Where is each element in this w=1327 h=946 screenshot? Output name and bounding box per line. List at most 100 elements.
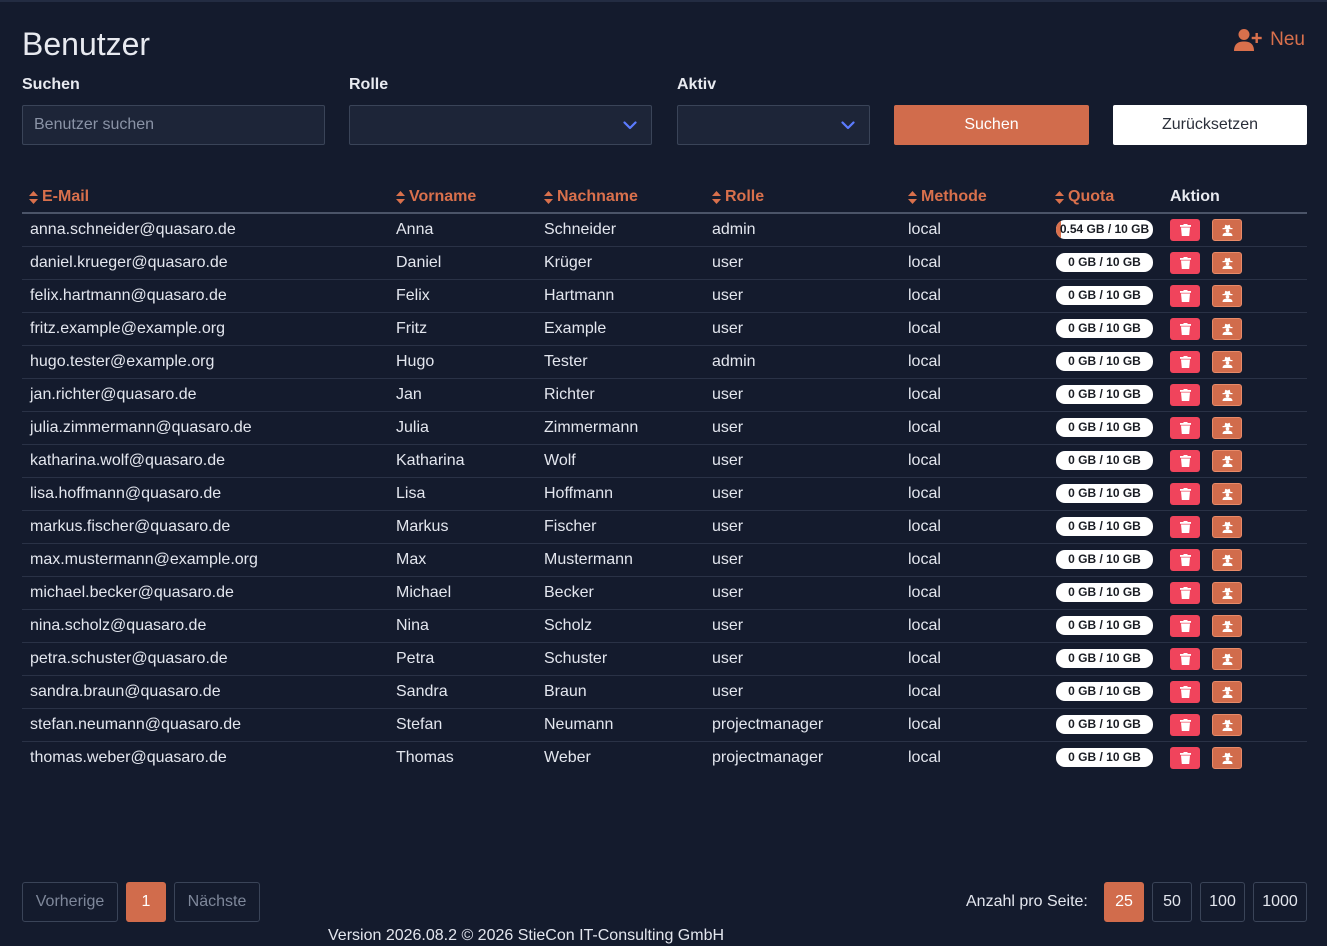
header-email[interactable]: E-Mail (29, 188, 89, 206)
header-role-label: Rolle (725, 188, 765, 205)
impersonate-user-button[interactable] (1212, 384, 1242, 406)
impersonate-user-button[interactable] (1212, 681, 1242, 703)
quota-badge: 0 GB / 10 GB (1056, 682, 1153, 701)
delete-user-button[interactable] (1170, 648, 1200, 670)
delete-user-button[interactable] (1170, 450, 1200, 472)
quota-text: 0 GB / 10 GB (1068, 321, 1141, 335)
cell-firstname: Stefan (396, 716, 443, 733)
user-secret-icon (1222, 290, 1232, 302)
cell-lastname: Weber (544, 749, 591, 766)
cell-firstname: Sandra (396, 683, 448, 700)
impersonate-user-button[interactable] (1212, 417, 1242, 439)
cell-lastname: Wolf (544, 452, 576, 469)
header-quota-label: Quota (1068, 188, 1115, 205)
trash-icon (1179, 587, 1191, 599)
impersonate-user-button[interactable] (1212, 450, 1242, 472)
impersonate-user-button[interactable] (1212, 582, 1242, 604)
per-page-option-100[interactable]: 100 (1200, 882, 1245, 922)
delete-user-button[interactable] (1170, 615, 1200, 637)
impersonate-user-button[interactable] (1212, 648, 1242, 670)
cell-lastname: Fischer (544, 518, 597, 535)
header-method[interactable]: Methode (908, 188, 987, 206)
delete-user-button[interactable] (1170, 384, 1200, 406)
cell-email: hugo.tester@example.org (30, 353, 215, 370)
delete-user-button[interactable] (1170, 582, 1200, 604)
header-role[interactable]: Rolle (712, 188, 764, 206)
reset-button[interactable]: Zurücksetzen (1113, 105, 1307, 145)
pagination-page-button[interactable]: 1 (126, 882, 166, 922)
delete-user-button[interactable] (1170, 483, 1200, 505)
cell-firstname: Katharina (396, 452, 465, 469)
cell-lastname: Example (544, 320, 607, 337)
delete-user-button[interactable] (1170, 285, 1200, 307)
impersonate-user-button[interactable] (1212, 714, 1242, 736)
delete-user-button[interactable] (1170, 714, 1200, 736)
quota-text: 0 GB / 10 GB (1068, 387, 1141, 401)
cell-lastname: Becker (544, 584, 594, 601)
top-border (0, 0, 1327, 2)
cell-role: user (712, 320, 744, 337)
delete-user-button[interactable] (1170, 417, 1200, 439)
user-secret-icon (1222, 257, 1232, 269)
impersonate-user-button[interactable] (1212, 252, 1242, 274)
cell-role: user (712, 617, 744, 634)
cell-email: stefan.neumann@quasaro.de (30, 716, 242, 733)
impersonate-user-button[interactable] (1212, 318, 1242, 340)
cell-method: local (908, 221, 941, 238)
delete-user-button[interactable] (1170, 219, 1200, 241)
header-quota[interactable]: Quota (1055, 188, 1114, 206)
cell-role: admin (712, 353, 756, 370)
cell-firstname: Thomas (396, 749, 454, 766)
trash-icon (1179, 257, 1191, 269)
pagination-prev-button[interactable]: Vorherige (22, 882, 118, 922)
cell-email: fritz.example@example.org (30, 320, 225, 337)
header-lastname[interactable]: Nachname (544, 188, 638, 206)
quota-badge: 0 GB / 10 GB (1056, 451, 1153, 470)
new-user-button[interactable]: Neu (1234, 28, 1305, 52)
cell-email: jan.richter@quasaro.de (30, 386, 197, 403)
cell-method: local (908, 485, 941, 502)
quota-text: 0 GB / 10 GB (1068, 585, 1141, 599)
impersonate-user-button[interactable] (1212, 351, 1242, 373)
per-page-option-1000[interactable]: 1000 (1253, 882, 1307, 922)
header-firstname[interactable]: Vorname (396, 188, 476, 206)
impersonate-user-button[interactable] (1212, 615, 1242, 637)
cell-email: daniel.krueger@quasaro.de (30, 254, 228, 271)
active-select[interactable] (677, 105, 870, 145)
quota-badge: 0 GB / 10 GB (1056, 286, 1153, 305)
quota-text: 0 GB / 10 GB (1068, 354, 1141, 368)
impersonate-user-button[interactable] (1212, 285, 1242, 307)
quota-badge: 0 GB / 10 GB (1056, 319, 1153, 338)
table-row: thomas.weber@quasaro.de Thomas Weber projec… (22, 742, 1307, 775)
impersonate-user-button[interactable] (1212, 483, 1242, 505)
impersonate-user-button[interactable] (1212, 549, 1242, 571)
delete-user-button[interactable] (1170, 681, 1200, 703)
impersonate-user-button[interactable] (1212, 219, 1242, 241)
quota-badge: 0 GB / 10 GB (1056, 253, 1153, 272)
impersonate-user-button[interactable] (1212, 747, 1242, 769)
trash-icon (1179, 389, 1191, 401)
per-page-option-50[interactable]: 50 (1152, 882, 1192, 922)
delete-user-button[interactable] (1170, 549, 1200, 571)
table-header: E-Mail Vorname Nachname Rolle Methode Qu… (22, 180, 1307, 214)
user-secret-icon (1222, 719, 1232, 731)
delete-user-button[interactable] (1170, 318, 1200, 340)
delete-user-button[interactable] (1170, 351, 1200, 373)
delete-user-button[interactable] (1170, 252, 1200, 274)
per-page-option-25[interactable]: 25 (1104, 882, 1144, 922)
search-input[interactable] (22, 105, 325, 145)
footer-version: Version 2026.08.2 © 2026 StieCon IT-Cons… (328, 927, 725, 944)
trash-icon (1179, 620, 1191, 632)
quota-text: 0 GB / 10 GB (1068, 684, 1141, 698)
impersonate-user-button[interactable] (1212, 516, 1242, 538)
role-select[interactable] (349, 105, 652, 145)
cell-email: julia.zimmermann@quasaro.de (30, 419, 252, 436)
user-secret-icon (1222, 224, 1232, 236)
cell-firstname: Anna (396, 221, 434, 238)
pagination-next-button[interactable]: Nächste (174, 882, 260, 922)
delete-user-button[interactable] (1170, 516, 1200, 538)
sort-icon (908, 190, 917, 204)
search-button[interactable]: Suchen (894, 105, 1089, 145)
delete-user-button[interactable] (1170, 747, 1200, 769)
quota-text: 0 GB / 10 GB (1068, 651, 1141, 665)
